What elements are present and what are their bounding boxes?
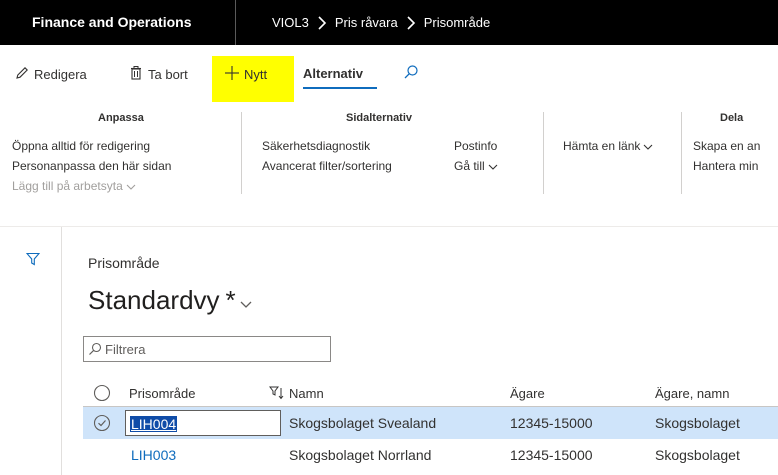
column-header-agare-namn[interactable]: Ägare, namn xyxy=(655,380,729,406)
cell-agare-namn: Skogsbolaget xyxy=(655,447,740,463)
chevron-right-icon xyxy=(406,15,416,30)
column-header-agare[interactable]: Ägare xyxy=(510,380,545,406)
ribbon-item-manage[interactable]: Hantera min xyxy=(693,159,758,173)
ribbon-bottom-border xyxy=(0,226,778,227)
filter-input[interactable] xyxy=(105,340,325,358)
ribbon-item-go-to[interactable]: Gå till xyxy=(454,159,498,174)
chevron-down-icon xyxy=(239,285,253,316)
ribbon-item-add-to-workspace[interactable]: Lägg till på arbetsyta xyxy=(12,179,136,194)
breadcrumb: VIOL3 Pris råvara Prisområde xyxy=(272,0,490,45)
grid-header: Prisområde Namn Ägare Ägare, namn xyxy=(83,380,778,407)
group-title-anpassa: Anpassa xyxy=(98,112,144,124)
ribbon-divider xyxy=(681,112,682,194)
ribbon-item-advanced-filter[interactable]: Avancerat filter/sortering xyxy=(262,159,392,173)
modified-marker: * xyxy=(225,285,236,315)
active-tab-indicator xyxy=(303,87,377,89)
cell-namn: Skogsbolaget Svealand xyxy=(289,415,437,431)
trash-icon xyxy=(128,65,144,84)
top-navigation-bar: Finance and Operations VIOL3 Pris råvara… xyxy=(0,0,778,45)
search-icon xyxy=(88,342,102,361)
chevron-down-icon xyxy=(643,140,653,154)
table-row[interactable]: LIH003 Skogsbolaget Norrland 12345-15000… xyxy=(83,439,778,471)
filter-field[interactable] xyxy=(83,336,331,362)
search-button[interactable] xyxy=(403,63,419,83)
column-header-namn[interactable]: Namn xyxy=(289,380,324,406)
breadcrumb-item-company[interactable]: VIOL3 xyxy=(272,0,309,45)
row-selected-check-icon[interactable] xyxy=(93,407,111,439)
view-title: Standardvy xyxy=(88,285,220,315)
pencil-icon xyxy=(14,65,30,84)
plus-icon xyxy=(224,65,240,84)
table-row[interactable]: LIH004 Skogsbolaget Svealand 12345-15000… xyxy=(83,407,778,439)
ribbon-item-always-edit[interactable]: Öppna alltid för redigering xyxy=(12,139,150,153)
ribbon-item-create[interactable]: Skapa en an xyxy=(693,139,760,153)
chevron-down-icon xyxy=(126,180,136,194)
go-to-label: Gå till xyxy=(454,159,485,173)
group-title-sidalternativ: Sidalternativ xyxy=(346,112,413,124)
get-link-label: Hämta en länk xyxy=(563,139,641,153)
ribbon-item-record-info[interactable]: Postinfo xyxy=(454,139,497,153)
column-filter-sort-icon[interactable] xyxy=(269,380,285,406)
cell-agare-namn: Skogsbolaget xyxy=(655,415,740,431)
search-icon xyxy=(403,64,419,83)
data-grid: Prisområde Namn Ägare Ägare, namn LIH004… xyxy=(83,380,778,471)
delete-label: Ta bort xyxy=(148,66,188,82)
select-all-checkbox[interactable] xyxy=(93,380,111,406)
new-button[interactable]: Nytt xyxy=(224,64,267,84)
ribbon-item-security-diagnostics[interactable]: Säkerhetsdiagnostik xyxy=(262,139,370,153)
tab-alternativ[interactable]: Alternativ xyxy=(303,66,363,81)
cell-agare: 12345-15000 xyxy=(510,415,593,431)
funnel-icon[interactable] xyxy=(25,252,41,271)
new-label: Nytt xyxy=(244,66,268,82)
ribbon-divider xyxy=(543,112,544,194)
edit-label: Redigera xyxy=(34,66,87,82)
edit-button[interactable]: Redigera xyxy=(14,64,87,84)
cell-agare: 12345-15000 xyxy=(510,447,593,463)
ribbon-item-get-link[interactable]: Hämta en länk xyxy=(563,139,653,154)
chevron-down-icon xyxy=(488,160,498,174)
delete-button[interactable]: Ta bort xyxy=(128,64,188,84)
chevron-right-icon xyxy=(317,15,327,30)
group-title-dela: Dela xyxy=(720,112,744,124)
breadcrumb-item-page[interactable]: Prisområde xyxy=(424,0,490,45)
prisomrade-edit-field[interactable]: LIH004 xyxy=(125,410,281,436)
cell-namn: Skogsbolaget Norrland xyxy=(289,447,432,463)
view-selector[interactable]: Standardvy * xyxy=(88,285,253,316)
ribbon-item-personalize[interactable]: Personanpassa den här sidan xyxy=(12,159,171,173)
page-caption: Prisområde xyxy=(88,255,160,271)
breadcrumb-item-module[interactable]: Pris råvara xyxy=(335,0,398,45)
cell-prisomrade-link[interactable]: LIH003 xyxy=(131,439,176,471)
cell-prisomrade: LIH004 xyxy=(130,416,178,432)
ribbon-divider xyxy=(241,112,242,194)
app-name[interactable]: Finance and Operations xyxy=(0,0,236,45)
add-to-workspace-label: Lägg till på arbetsyta xyxy=(12,179,123,193)
column-header-prisomrade[interactable]: Prisområde xyxy=(129,380,195,406)
